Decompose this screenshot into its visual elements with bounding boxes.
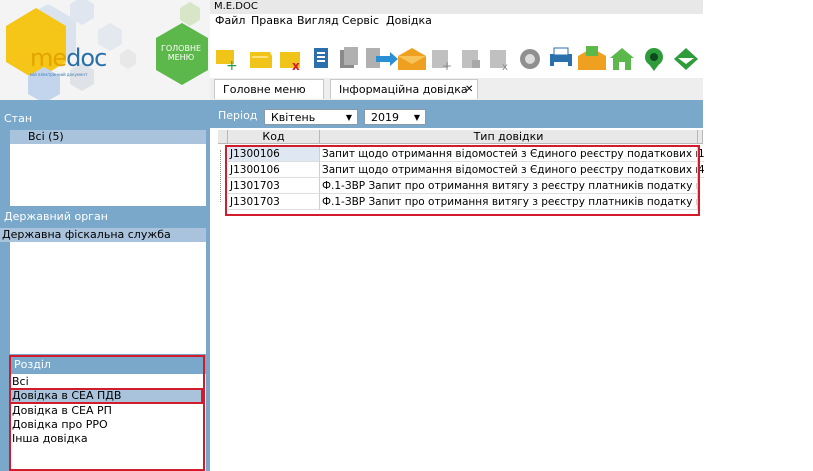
- tree-guide: [220, 150, 222, 202]
- map-pin-icon: [645, 48, 663, 71]
- open-folder-icon: [250, 52, 272, 68]
- state-item-label: Всі (5): [28, 130, 64, 143]
- section-item-vat: Довідка в СЕА ПДВ: [12, 389, 122, 402]
- authority-item[interactable]: Державна фіскальна служба: [0, 228, 206, 242]
- send-envelope-icon: [398, 48, 426, 70]
- year-select-value: 2019: [371, 111, 399, 124]
- table-corner: [218, 130, 228, 144]
- toolbar-icons[interactable]: + x + x: [210, 44, 703, 72]
- svg-text:+: +: [442, 59, 452, 72]
- authority-list[interactable]: Державна фіскальна служба: [0, 228, 206, 354]
- table-row-1-type[interactable]: Запит щодо отримання відомостей з Єдиног…: [320, 146, 698, 162]
- month-select-value: Квітень: [271, 111, 316, 124]
- section-item-all[interactable]: Всі: [12, 375, 29, 388]
- copy-document-icon: [340, 47, 358, 68]
- tab-main-menu-label: Головне меню: [223, 83, 306, 96]
- menu-help[interactable]: Довідка: [386, 14, 432, 28]
- table-row-2-code[interactable]: J1300106: [228, 162, 320, 178]
- authority-panel-header: Державний орган: [0, 206, 210, 228]
- tab-close-icon[interactable]: ✕: [465, 80, 473, 100]
- svg-text:+: +: [226, 58, 238, 72]
- sign-icon: [520, 49, 540, 69]
- green-envelope-icon: [674, 48, 698, 70]
- chevron-down-icon: ▼: [413, 113, 420, 122]
- main-menu-label-1: ГОЛОВНЕ: [160, 44, 202, 53]
- period-label: Період: [218, 109, 258, 122]
- table-row-3-type[interactable]: Ф.1-ЗВР Запит про отримання витягу з реє…: [320, 178, 698, 194]
- column-header-extra: [698, 130, 703, 144]
- section-item-selected-bg[interactable]: Довідка в СЕА ПДВ: [10, 389, 204, 403]
- delete-document-icon: x: [280, 52, 300, 72]
- svg-text:x: x: [292, 59, 300, 72]
- authority-item-label: Державна фіскальна служба: [2, 228, 171, 241]
- tab-info-reference[interactable]: Інформаційна довідка ✕: [330, 79, 478, 99]
- new-document-icon: +: [216, 50, 238, 72]
- state-item-all[interactable]: Всі (5): [10, 130, 206, 144]
- list-icon: [462, 50, 480, 68]
- svg-text:x: x: [502, 62, 508, 72]
- state-list[interactable]: Всі (5): [10, 130, 206, 206]
- main-menu-button[interactable]: ГОЛОВНЕ МЕНЮ: [152, 22, 210, 88]
- table-row-2-type[interactable]: Запит щодо отримання відомостей з Єдиног…: [320, 162, 698, 178]
- state-panel-header: Стан: [0, 108, 210, 130]
- logo-tagline: мій електронний документ: [30, 72, 88, 77]
- table-row-3-code[interactable]: J1301703: [228, 178, 320, 194]
- home-icon: [610, 48, 634, 70]
- main-menu-label-2: МЕНЮ: [167, 53, 195, 62]
- column-header-code[interactable]: Код: [228, 130, 320, 144]
- receive-envelope-icon: [578, 46, 606, 70]
- tab-main-menu[interactable]: Головне меню: [214, 79, 324, 99]
- table-row-4-code[interactable]: J1301703: [228, 194, 320, 210]
- table-row-1-code[interactable]: J1300106: [228, 146, 320, 162]
- export-icon: [366, 48, 398, 68]
- year-select[interactable]: 2019 ▼: [364, 109, 426, 125]
- table-row-1-extra: 1: [698, 146, 704, 162]
- section-item-rro[interactable]: Довідка про РРО: [12, 418, 108, 431]
- menu-edit[interactable]: Правка: [251, 14, 293, 28]
- table-row-4-type[interactable]: Ф.1-ЗВР Запит про отримання витягу з реє…: [320, 194, 698, 210]
- menu-view[interactable]: Вигляд: [297, 14, 339, 28]
- section-item-rp[interactable]: Довідка в СЕА РП: [12, 404, 112, 417]
- chevron-down-icon: ▼: [345, 113, 352, 122]
- menu-service[interactable]: Сервіс: [342, 14, 379, 28]
- document-icon: [314, 48, 328, 68]
- section-panel-header: Розділ: [10, 356, 210, 374]
- column-header-type[interactable]: Тип довідки: [320, 130, 698, 144]
- month-select[interactable]: Квітень ▼: [264, 109, 358, 125]
- window-title: M.E.DOC: [210, 0, 703, 14]
- tab-info-reference-label: Інформаційна довідка: [339, 83, 468, 96]
- medoc-logo: medoc: [30, 44, 107, 72]
- remove-list-icon: x: [490, 50, 508, 72]
- add-list-icon: +: [432, 50, 452, 72]
- section-item-other[interactable]: Інша довідка: [12, 432, 88, 445]
- menu-file[interactable]: Файл: [215, 14, 245, 28]
- print-icon: [550, 47, 572, 68]
- table-row-2-extra: 4: [698, 162, 704, 178]
- logo-area: medoc мій електронний документ ГОЛОВНЕ М…: [0, 0, 210, 100]
